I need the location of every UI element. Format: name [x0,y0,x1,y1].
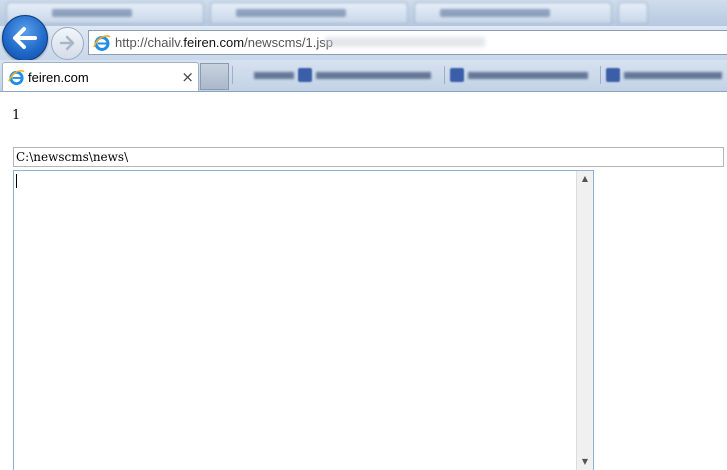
text-caret [16,174,17,188]
favorite-item-text [254,72,294,79]
address-url-path: /newscms/1.jsp [244,35,333,50]
address-url-prefix: http://chailv. [115,35,184,50]
address-url[interactable]: http://chailv.feiren.com/newscms/1.jsp [115,35,333,50]
favorites-separator [600,66,601,84]
ie-icon [93,35,111,51]
back-arrow-icon [13,27,37,49]
forward-arrow-icon [59,35,75,51]
favorites-separator [444,66,445,84]
favorite-item[interactable] [298,66,438,84]
background-tab-text [440,9,550,17]
ie-icon [8,70,25,86]
scroll-down-arrow-icon[interactable]: ▼ [577,454,593,470]
address-ghost-text [325,37,485,47]
count-text: 1 [12,108,21,123]
textarea-scrollbar[interactable]: ▲ ▼ [576,171,593,470]
favorite-icon [298,68,312,82]
page-content: 1 ▲ ▼ [0,92,727,470]
new-tab-button[interactable] [200,63,229,90]
background-window-strip [0,0,727,26]
favorites-separator [232,66,233,84]
favorite-item[interactable] [236,66,300,84]
tab-close-icon[interactable]: × [181,68,194,86]
back-button[interactable] [2,15,48,61]
path-input[interactable] [13,147,724,167]
scroll-up-arrow-icon[interactable]: ▲ [577,171,593,187]
address-url-domain: feiren.com [183,35,245,50]
content-textarea[interactable]: ▲ ▼ [13,170,594,470]
address-bar[interactable]: http://chailv.feiren.com/newscms/1.jsp [88,30,727,55]
favorite-item-text [316,72,431,79]
favorite-item-text [468,72,588,79]
background-tab-text [236,9,346,17]
favorite-icon [450,68,464,82]
favorite-item[interactable] [606,66,726,84]
favorite-icon [606,68,620,82]
tab-title: feiren.com [28,70,89,85]
favorite-item-text [624,72,722,79]
favorite-item[interactable] [450,66,596,84]
tab-bar: feiren.com × [0,60,727,92]
background-tab-text [52,9,132,17]
forward-button[interactable] [51,27,84,60]
tab-active[interactable]: feiren.com × [2,62,199,91]
background-new-tab [618,2,648,24]
